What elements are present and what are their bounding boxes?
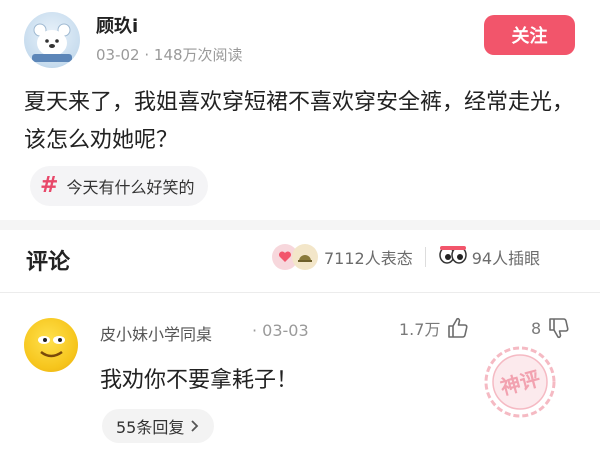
reaction-count: 7112人表态 — [324, 249, 413, 268]
dislike-button[interactable]: 8 — [531, 316, 571, 340]
post-views: 148万次阅读 — [153, 46, 243, 64]
chevron-right-icon — [191, 420, 199, 432]
like-count: 1.7万 — [399, 320, 441, 339]
dislike-count: 8 — [531, 318, 542, 338]
reply-count-label: 55条回复 — [116, 418, 185, 437]
author-avatar[interactable] — [24, 12, 80, 68]
comments-title: 评论 — [26, 250, 71, 275]
commenter-name[interactable]: 皮小妹小学同桌 — [100, 321, 212, 345]
smiley-avatar-icon — [38, 336, 65, 358]
like-button[interactable]: 1.7万 — [399, 316, 470, 340]
god-comment-stamp: 神评 — [484, 346, 556, 418]
insert-count: 94人插眼 — [471, 249, 541, 268]
eyes-icon — [438, 245, 468, 269]
commenter-avatar[interactable] — [24, 318, 78, 372]
post-meta: 03-02 · 148万次阅读 — [96, 46, 243, 64]
bear-avatar-icon — [32, 23, 72, 62]
helmet-reaction-icon — [292, 244, 318, 270]
thumbs-up-icon — [448, 317, 468, 338]
topic-tag[interactable]: # 今天有什么好笑的 — [30, 166, 209, 206]
post-text: 夏天来了，我姐喜欢穿短裙不喜欢穿安全裤，经常走光，该怎么劝她呢？ — [24, 90, 575, 153]
post-date: 03-02 — [96, 46, 140, 64]
author-name[interactable]: 顾玖i — [96, 12, 138, 38]
reactions-bar[interactable]: 7112人表态 94人插眼 — [272, 244, 540, 270]
comment-text: 我劝你不要拿耗子！ — [100, 368, 299, 393]
comment-date: · 03-03 — [252, 321, 309, 340]
thumbs-down-icon — [549, 318, 569, 339]
section-divider — [0, 220, 600, 230]
hash-icon: # — [40, 173, 59, 198]
comments-divider — [0, 292, 600, 293]
topic-label: 今天有什么好笑的 — [66, 178, 195, 197]
follow-button[interactable]: 关注 — [484, 15, 575, 55]
view-replies-button[interactable]: 55条回复 — [102, 409, 215, 443]
